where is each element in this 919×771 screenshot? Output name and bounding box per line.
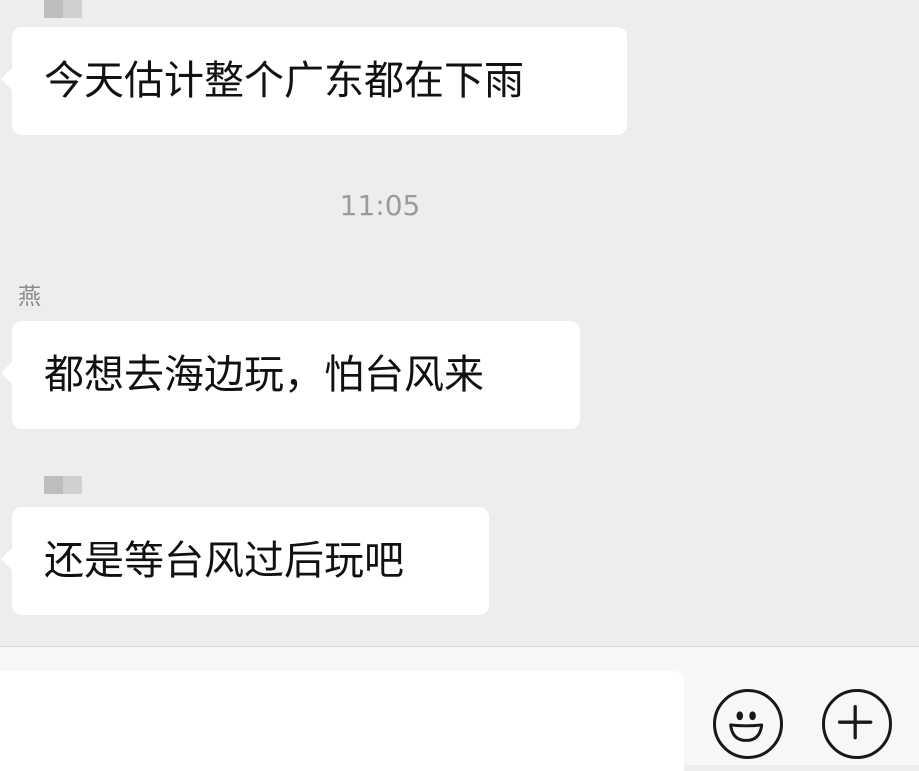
message-bubble[interactable]: 今天估计整个广东都在下雨 <box>1 27 627 135</box>
plus-circle-icon <box>837 704 873 740</box>
chat-message-area[interactable]: 今天估计整个广东都在下雨 11:05 燕 都想去海边玩，怕台风来 还是等台风过后… <box>0 0 919 646</box>
sender-name-blurred <box>44 476 82 494</box>
message-timestamp: 11:05 <box>339 189 421 222</box>
message-text: 今天估计整个广东都在下雨 <box>44 58 524 104</box>
input-toolbar <box>0 646 919 771</box>
message-bubble[interactable]: 都想去海边玩，怕台风来 <box>1 321 580 429</box>
message-input[interactable] <box>0 671 684 771</box>
message-bubble[interactable]: 还是等台风过后玩吧 <box>1 507 489 615</box>
message-text: 都想去海边玩，怕台风来 <box>44 352 484 398</box>
smiley-face-icon <box>729 711 764 742</box>
message-text: 还是等台风过后玩吧 <box>44 538 404 584</box>
emoji-button[interactable] <box>713 689 783 759</box>
sender-name: 燕 <box>18 284 41 310</box>
more-options-button[interactable] <box>822 689 892 759</box>
sender-name-blurred <box>44 0 82 18</box>
